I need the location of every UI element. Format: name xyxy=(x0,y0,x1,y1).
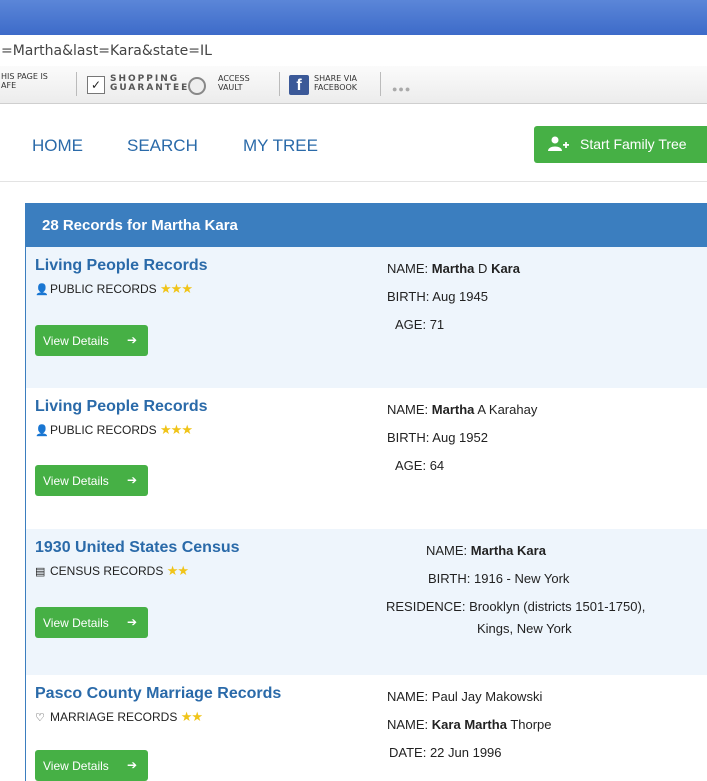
arrow-right-icon: ➔ xyxy=(127,758,138,772)
results-count-title: 28 Records for Martha Kara xyxy=(42,217,238,234)
view-details-button[interactable]: View Details ➔ xyxy=(35,325,148,356)
add-user-icon xyxy=(548,136,570,156)
start-family-tree-label: Start Family Tree xyxy=(580,136,687,152)
toolbar-divider xyxy=(279,72,280,96)
nav-search[interactable]: SEARCH xyxy=(127,136,198,156)
view-details-label: View Details xyxy=(43,759,109,773)
arrow-right-icon: ➔ xyxy=(127,615,138,629)
view-details-label: View Details xyxy=(43,334,109,348)
vault-line2: VAULT xyxy=(218,83,243,92)
record-category: ♡ MARRIAGE RECORDS ★★ xyxy=(35,709,203,725)
record-title[interactable]: Living People Records xyxy=(35,398,207,416)
category-label: PUBLIC RECORDS xyxy=(50,423,157,437)
name-field: NAME: Martha D Kara xyxy=(387,261,520,276)
record-title[interactable]: Living People Records xyxy=(35,257,207,275)
view-details-button[interactable]: View Details ➔ xyxy=(35,750,148,781)
shopping-guarantee-badge[interactable]: SHOPPING GUARANTEE xyxy=(110,75,189,93)
birth-field: BIRTH: Aug 1952 xyxy=(387,430,488,445)
name-field: NAME: Martha A Karahay xyxy=(387,402,538,417)
category-label: CENSUS RECORDS xyxy=(50,564,164,578)
view-details-button[interactable]: View Details ➔ xyxy=(35,465,148,496)
category-label: PUBLIC RECORDS xyxy=(50,282,157,296)
residence-field: RESIDENCE: Brooklyn (districts 1501-1750… xyxy=(386,599,646,614)
record-card: 1930 United States Census ▤ CENSUS RECORD… xyxy=(26,529,707,675)
arrow-right-icon: ➔ xyxy=(127,473,138,487)
name-field: NAME: Paul Jay Makowski xyxy=(387,689,543,704)
toolbar-divider xyxy=(76,72,77,96)
more-options-icon[interactable]: ●●● xyxy=(392,84,411,94)
age-field: AGE: 64 xyxy=(395,458,445,473)
record-category: 👤PUBLIC RECORDS ★★★ xyxy=(35,422,193,438)
record-title[interactable]: 1930 United States Census xyxy=(35,539,240,557)
person-icon: 👤 xyxy=(35,425,49,437)
safe-badge-line1: HIS PAGE IS xyxy=(1,72,48,81)
view-details-button[interactable]: View Details ➔ xyxy=(35,607,148,638)
rating-stars: ★★★ xyxy=(160,281,193,296)
nav-my-tree[interactable]: MY TREE xyxy=(243,136,318,156)
browser-toolbar: HIS PAGE IS AFE ✓ SHOPPING GUARANTEE ACC… xyxy=(0,66,707,104)
arrow-right-icon: ➔ xyxy=(127,333,138,347)
safe-badge-line2: AFE xyxy=(1,81,17,90)
record-category: 👤PUBLIC RECORDS ★★★ xyxy=(35,281,193,297)
name-field: NAME: Kara Martha Thorpe xyxy=(387,717,552,732)
shopping-line2: GUARANTEE xyxy=(110,83,190,93)
results-header: 28 Records for Martha Kara xyxy=(26,203,707,247)
record-card: Pasco County Marriage Records ♡ MARRIAGE … xyxy=(26,675,707,781)
browser-title-bar xyxy=(0,0,707,35)
date-field: DATE: 22 Jun 1996 xyxy=(389,745,502,760)
census-icon: ▤ xyxy=(35,566,46,578)
rating-stars: ★★★ xyxy=(160,422,193,437)
share-facebook-button[interactable]: SHARE VIA FACEBOOK xyxy=(314,74,357,92)
residence-field-cont: Kings, New York xyxy=(477,621,572,636)
rating-stars: ★★ xyxy=(180,709,203,724)
age-field: AGE: 71 xyxy=(395,317,445,332)
rating-stars: ★★ xyxy=(166,563,189,578)
safe-badge[interactable]: HIS PAGE IS AFE xyxy=(1,72,48,90)
start-family-tree-button[interactable]: Start Family Tree xyxy=(534,126,707,163)
checkmark-icon: ✓ xyxy=(87,76,105,94)
access-vault-badge[interactable]: ACCESS VAULT xyxy=(218,74,250,92)
facebook-icon: f xyxy=(289,75,309,95)
nav-home[interactable]: HOME xyxy=(32,136,83,156)
person-icon: 👤 xyxy=(35,284,49,296)
results-panel: 28 Records for Martha Kara Living People… xyxy=(25,203,707,781)
vault-line1: ACCESS xyxy=(218,74,250,83)
vault-icon xyxy=(188,77,206,95)
address-url[interactable]: =Martha&last=Kara&state=IL xyxy=(1,43,212,59)
name-field: NAME: Martha Kara xyxy=(426,543,546,558)
record-card: Living People Records 👤PUBLIC RECORDS ★★… xyxy=(26,388,707,529)
record-category: ▤ CENSUS RECORDS ★★ xyxy=(35,563,189,579)
share-line1: SHARE VIA xyxy=(314,74,358,83)
record-title[interactable]: Pasco County Marriage Records xyxy=(35,685,281,703)
view-details-label: View Details xyxy=(43,616,109,630)
category-label: MARRIAGE RECORDS xyxy=(50,710,178,724)
record-card: Living People Records 👤PUBLIC RECORDS ★★… xyxy=(26,247,707,388)
birth-field: BIRTH: Aug 1945 xyxy=(387,289,488,304)
heart-icon: ♡ xyxy=(35,712,45,724)
address-bar[interactable]: =Martha&last=Kara&state=IL xyxy=(0,35,707,67)
toolbar-divider xyxy=(380,72,381,96)
birth-field: BIRTH: 1916 - New York xyxy=(428,571,570,586)
view-details-label: View Details xyxy=(43,474,109,488)
share-line2: FACEBOOK xyxy=(314,83,358,92)
